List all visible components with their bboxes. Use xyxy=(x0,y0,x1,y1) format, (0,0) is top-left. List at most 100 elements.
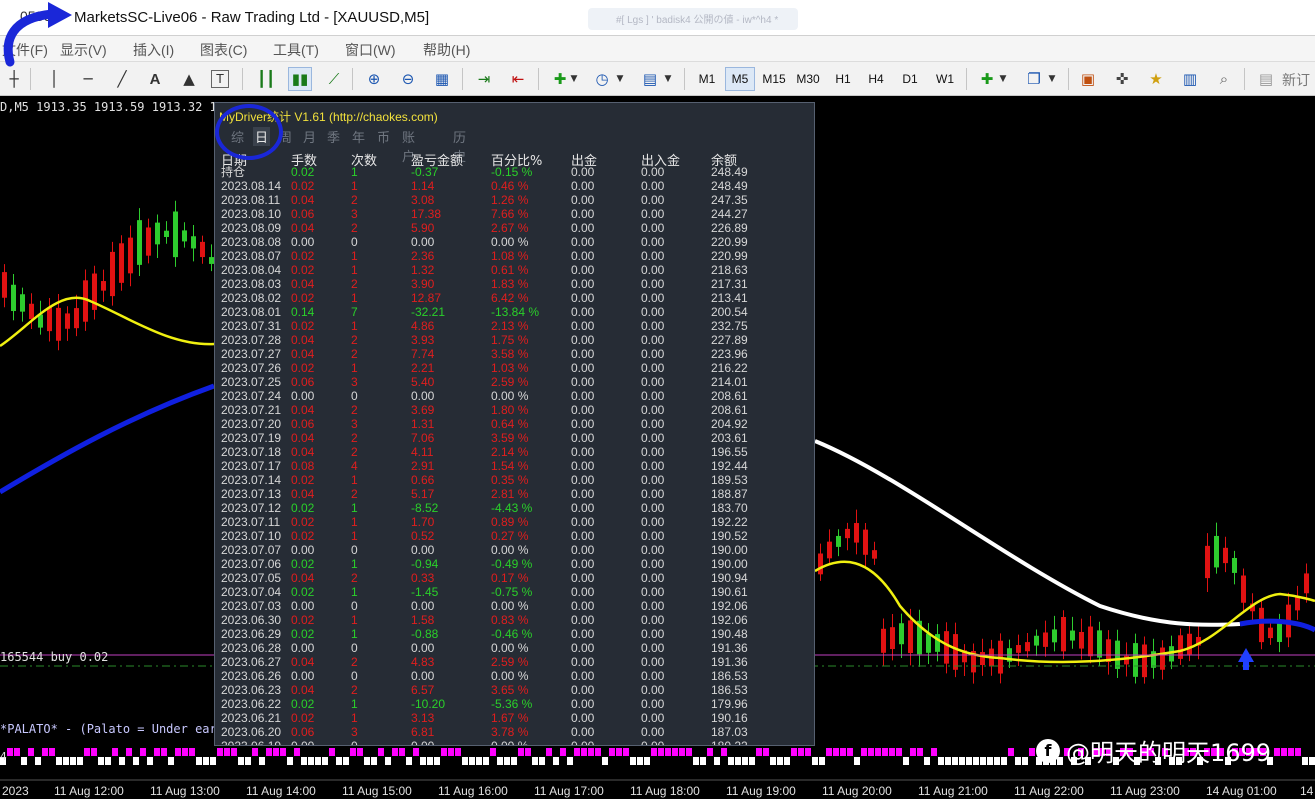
new-chart-icon[interactable]: ✚ xyxy=(975,67,999,91)
row-withdraw: 0.00 xyxy=(571,319,595,333)
chart-shift-icon[interactable]: ⇤ xyxy=(506,67,530,91)
timeframe-h1[interactable]: H1 xyxy=(828,67,858,91)
sub-indicator-bar xyxy=(399,748,405,756)
toolbar-separator xyxy=(462,68,463,90)
table-row: 2023.07.04 0.02 1 -1.45 -0.75 % 0.00 0.00 190.6… xyxy=(215,585,814,599)
row-percent: -0.49 % xyxy=(491,557,533,571)
candle-body xyxy=(146,227,151,256)
market-watch-icon[interactable]: ▣ xyxy=(1076,67,1100,91)
navigator-icon[interactable]: ✜ xyxy=(1110,67,1134,91)
candle-body xyxy=(1277,623,1282,642)
ma-white-line xyxy=(814,439,1241,627)
arrow-shape-icon[interactable]: ▲ xyxy=(177,67,201,91)
row-count: 2 xyxy=(351,277,358,291)
chevron-down-icon[interactable]: ▼ xyxy=(1046,67,1058,91)
row-in-out: 0.00 xyxy=(641,543,665,557)
timeframe-m30[interactable]: M30 xyxy=(793,67,823,91)
text-label-icon[interactable]: T xyxy=(211,70,229,88)
sub-indicator-bar xyxy=(357,748,363,756)
terminal-icon[interactable]: ▥ xyxy=(1178,67,1202,91)
table-row: 2023.07.26 0.02 1 2.21 1.03 % 0.00 0.00 216.22 xyxy=(215,361,814,375)
tab-year[interactable]: 年 xyxy=(352,127,365,146)
sub-indicator-bar xyxy=(70,757,76,765)
toolbar-separator xyxy=(966,68,967,90)
row-withdraw: 0.00 xyxy=(571,221,595,235)
vertical-line-icon[interactable]: │ xyxy=(42,67,66,91)
row-profit: 3.90 xyxy=(411,277,435,291)
row-date: 2023.07.25 xyxy=(221,375,282,389)
row-in-out: 0.00 xyxy=(641,697,665,711)
tile-windows-icon[interactable]: ▦ xyxy=(430,67,454,91)
timeframe-w1[interactable]: W1 xyxy=(930,67,960,91)
menu-charts[interactable]: 图表(C) xyxy=(200,40,247,60)
timeframe-h4[interactable]: H4 xyxy=(861,67,891,91)
row-in-out: 0.00 xyxy=(641,683,665,697)
sub-indicator-bar xyxy=(252,748,258,756)
trendline-icon[interactable]: ╱ xyxy=(110,67,134,91)
row-balance: 190.00 xyxy=(711,557,748,571)
chevron-down-icon[interactable]: ▼ xyxy=(568,67,580,91)
row-profit: 7.06 xyxy=(411,431,435,445)
chevron-down-icon[interactable]: ▼ xyxy=(662,67,674,91)
tab-month[interactable]: 月 xyxy=(303,127,316,146)
timeframe-d1[interactable]: D1 xyxy=(895,67,925,91)
chevron-down-icon[interactable]: ▼ xyxy=(997,67,1009,91)
row-count: 0 xyxy=(351,235,358,249)
crosshair-icon[interactable]: ┼ xyxy=(2,67,26,91)
menu-insert[interactable]: 插入(I) xyxy=(133,40,174,60)
tab-currency[interactable]: 币 xyxy=(377,127,390,146)
new-order-label[interactable]: 新订 xyxy=(1282,70,1310,90)
sub-indicator-bar xyxy=(1288,748,1294,756)
sub-indicator-bar xyxy=(1274,748,1280,756)
candle-body xyxy=(1205,545,1210,579)
row-date: 2023.07.27 xyxy=(221,347,282,361)
autoscroll-icon[interactable]: ⇥ xyxy=(472,67,496,91)
sub-indicator-bar xyxy=(462,757,468,765)
row-profit: 4.83 xyxy=(411,655,435,669)
menu-window[interactable]: 窗口(W) xyxy=(345,40,396,60)
row-date: 2023.06.28 xyxy=(221,641,282,655)
menu-tools[interactable]: 工具(T) xyxy=(273,40,319,60)
row-balance: 190.61 xyxy=(711,585,748,599)
row-in-out: 0.00 xyxy=(641,347,665,361)
row-count: 0 xyxy=(351,389,358,403)
row-count: 3 xyxy=(351,725,358,739)
row-in-out: 0.00 xyxy=(641,501,665,515)
zoom-out-icon[interactable]: ⊖ xyxy=(396,67,420,91)
sub-indicator-bar xyxy=(476,757,482,765)
sub-indicator-bar xyxy=(567,757,573,765)
row-lots: 0.04 xyxy=(291,571,315,585)
row-balance: 191.36 xyxy=(711,641,748,655)
chevron-down-icon[interactable]: ▼ xyxy=(614,67,626,91)
row-profit: 5.17 xyxy=(411,487,435,501)
timeframe-m15[interactable]: M15 xyxy=(759,67,789,91)
row-profit: 12.87 xyxy=(411,291,442,305)
row-date: 2023.06.21 xyxy=(221,711,282,725)
row-profit: 3.13 xyxy=(411,711,435,725)
sub-indicator-bar xyxy=(560,748,566,756)
timeframe-m5[interactable]: M5 xyxy=(725,67,755,91)
templates-icon[interactable]: ▤ xyxy=(638,67,662,91)
profiles-icon[interactable]: ❐ xyxy=(1022,67,1046,91)
timeframe-m1[interactable]: M1 xyxy=(692,67,722,91)
row-date: 2023.08.03 xyxy=(221,277,282,291)
tab-quarter[interactable]: 季 xyxy=(327,127,340,146)
line-chart-icon[interactable]: ⟋ xyxy=(322,67,346,91)
zoom-in-icon[interactable]: ⊕ xyxy=(362,67,386,91)
candle-body xyxy=(980,652,985,666)
row-lots: 0.02 xyxy=(291,613,315,627)
horizontal-line-icon[interactable]: ─ xyxy=(76,67,100,91)
row-lots: 0.08 xyxy=(291,459,315,473)
menu-help[interactable]: 帮助(H) xyxy=(423,40,470,60)
row-balance: 183.70 xyxy=(711,501,748,515)
new-order-icon[interactable]: ▤ xyxy=(1254,67,1278,91)
favorites-star-icon[interactable]: ★ xyxy=(1144,67,1168,91)
bar-chart-icon[interactable]: ┃┃ xyxy=(254,67,278,91)
periods-clock-icon[interactable]: ◷ xyxy=(590,67,614,91)
text-icon[interactable]: A xyxy=(143,67,167,91)
row-withdraw: 0.00 xyxy=(571,165,595,179)
time-axis-label: 11 Aug 14:00 xyxy=(246,784,316,798)
strategy-tester-icon[interactable]: ⌕ xyxy=(1212,67,1236,91)
sub-indicator-bar xyxy=(329,748,335,756)
candlestick-icon[interactable]: ▮▮ xyxy=(288,67,312,91)
